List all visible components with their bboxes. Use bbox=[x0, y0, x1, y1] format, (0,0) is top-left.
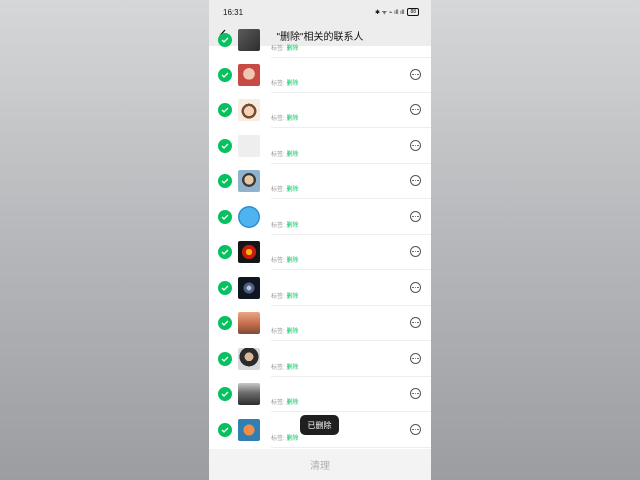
more-options-icon[interactable] bbox=[410, 104, 421, 115]
list-item[interactable]: 标签: 删除 bbox=[209, 271, 431, 306]
more-options-icon[interactable] bbox=[410, 353, 421, 364]
list-item[interactable]: 标签: 删除 bbox=[209, 235, 431, 270]
avatar bbox=[238, 383, 260, 405]
more-options-icon[interactable] bbox=[410, 175, 421, 186]
avatar bbox=[238, 135, 260, 157]
more-options-icon[interactable] bbox=[410, 246, 421, 257]
avatar bbox=[238, 241, 260, 263]
list-item[interactable]: 标签: 删除 bbox=[209, 164, 431, 199]
contact-tag: 标签: 删除 bbox=[271, 46, 299, 52]
contact-tag: 标签: 删除 bbox=[271, 329, 299, 335]
more-options-icon[interactable] bbox=[410, 282, 421, 293]
list-item[interactable]: 标签: 删除 bbox=[209, 23, 431, 58]
avatar bbox=[238, 206, 260, 228]
checked-icon[interactable] bbox=[218, 423, 232, 437]
avatar bbox=[238, 312, 260, 334]
contact-tag: 标签: 删除 bbox=[271, 400, 299, 406]
avatar bbox=[238, 170, 260, 192]
contact-tag: 标签: 删除 bbox=[271, 365, 299, 371]
avatar bbox=[238, 64, 260, 86]
more-options-icon[interactable] bbox=[410, 69, 421, 80]
contact-tag: 标签: 删除 bbox=[271, 187, 299, 193]
contact-tag: 标签: 删除 bbox=[271, 258, 299, 264]
more-options-icon[interactable] bbox=[410, 211, 421, 222]
avatar bbox=[238, 348, 260, 370]
avatar bbox=[238, 419, 260, 441]
list-item[interactable]: 标签: 删除 bbox=[209, 129, 431, 164]
list-item[interactable]: 标签: 删除 bbox=[209, 342, 431, 377]
avatar bbox=[238, 277, 260, 299]
more-options-icon[interactable] bbox=[410, 388, 421, 399]
checked-icon[interactable] bbox=[218, 68, 232, 82]
list-item[interactable]: 标签: 删除 bbox=[209, 306, 431, 341]
checked-icon[interactable] bbox=[218, 174, 232, 188]
status-time: 16:31 bbox=[223, 7, 244, 17]
more-options-icon[interactable] bbox=[410, 317, 421, 328]
more-options-icon[interactable] bbox=[410, 424, 421, 435]
checked-icon[interactable] bbox=[218, 210, 232, 224]
checked-icon[interactable] bbox=[218, 245, 232, 259]
checked-icon[interactable] bbox=[218, 103, 232, 117]
checked-icon[interactable] bbox=[218, 33, 232, 47]
contact-tag: 标签: 删除 bbox=[271, 116, 299, 122]
checked-icon[interactable] bbox=[218, 387, 232, 401]
list-item[interactable]: 标签: 删除 bbox=[209, 58, 431, 93]
avatar bbox=[238, 29, 260, 51]
status-bar: 16:31 ✱ ᯤ ⌁ ıll ıll 88 bbox=[209, 0, 431, 24]
network-icons: ✱ ᯤ ⌁ ıll ıll bbox=[374, 10, 405, 16]
bottom-action-bar: 清理 bbox=[209, 449, 431, 480]
list-item[interactable]: 标签: 删除 bbox=[209, 200, 431, 235]
checked-icon[interactable] bbox=[218, 281, 232, 295]
clear-button[interactable]: 清理 bbox=[310, 457, 330, 472]
status-icons: ✱ ᯤ ⌁ ıll ıll 88 bbox=[375, 8, 419, 16]
contact-tag: 标签: 删除 bbox=[271, 223, 299, 229]
battery-icon: 88 bbox=[407, 8, 419, 16]
contact-tag: 标签: 删除 bbox=[271, 436, 299, 442]
list-item[interactable]: 标签: 删除 bbox=[209, 93, 431, 128]
checked-icon[interactable] bbox=[218, 139, 232, 153]
contact-tag: 标签: 删除 bbox=[271, 152, 299, 158]
contact-tag: 标签: 删除 bbox=[271, 294, 299, 300]
contact-tag: 标签: 删除 bbox=[271, 81, 299, 87]
phone-screen: 16:31 ✱ ᯤ ⌁ ıll ıll 88 "删除"相关的联系人 标签: 删除… bbox=[209, 0, 431, 480]
list-item[interactable]: 标签: 删除 bbox=[209, 377, 431, 412]
more-options-icon[interactable] bbox=[410, 140, 421, 151]
checked-icon[interactable] bbox=[218, 316, 232, 330]
avatar bbox=[238, 99, 260, 121]
checked-icon[interactable] bbox=[218, 352, 232, 366]
toast-message: 已删除 bbox=[300, 415, 339, 435]
